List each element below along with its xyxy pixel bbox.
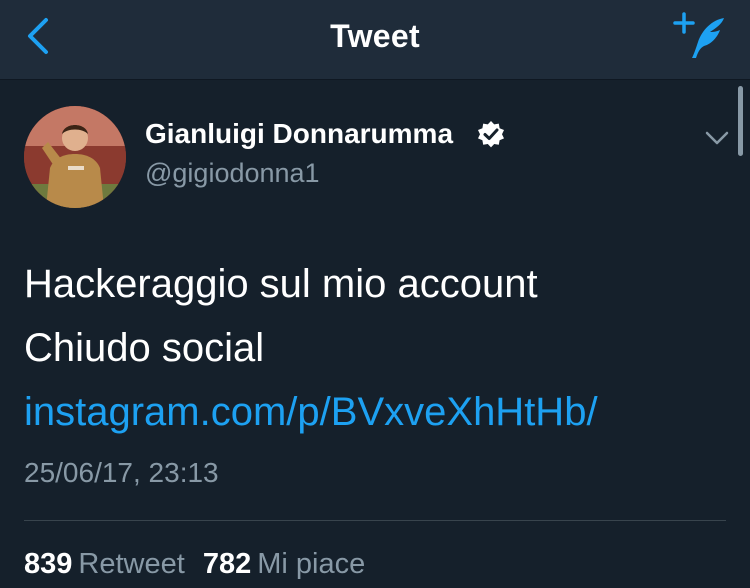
- tweet-text-line: Chiudo social: [24, 326, 265, 370]
- avatar[interactable]: [24, 106, 126, 208]
- likes-count: 782: [202, 548, 252, 580]
- tweet-link[interactable]: instagram.com/p/BVxveXhHtHb/: [24, 390, 598, 434]
- author-display-name[interactable]: Gianluigi Donnarumma: [145, 118, 453, 150]
- tweet-stats: 839 Retweet 782 Mi piace: [24, 548, 375, 581]
- tweet-text: Hackeraggio sul mio account Chiudo socia…: [24, 252, 714, 444]
- verified-badge-icon: [476, 120, 506, 150]
- retweets-count: 839: [24, 548, 73, 580]
- chevron-down-icon: [705, 131, 729, 145]
- retweets-stat[interactable]: 839 Retweet: [24, 548, 185, 581]
- compose-tweet-button[interactable]: [672, 10, 730, 62]
- tweet-options-button[interactable]: [700, 124, 734, 152]
- navigation-bar: Tweet: [0, 0, 750, 80]
- retweets-label: Retweet: [78, 548, 185, 580]
- scrollbar[interactable]: [738, 86, 743, 156]
- compose-tweet-icon: [673, 12, 724, 58]
- page-title: Tweet: [330, 18, 420, 54]
- tweet-text-line: Hackeraggio sul mio account: [24, 262, 538, 306]
- likes-label: Mi piace: [257, 548, 366, 580]
- tweet-timestamp: 25/06/17, 23:13: [24, 457, 219, 488]
- avatar-photo: [24, 106, 126, 208]
- author-handle[interactable]: @gigiodonna1: [145, 158, 320, 189]
- divider: [24, 520, 726, 521]
- likes-stat[interactable]: 782 Mi piace: [203, 548, 365, 581]
